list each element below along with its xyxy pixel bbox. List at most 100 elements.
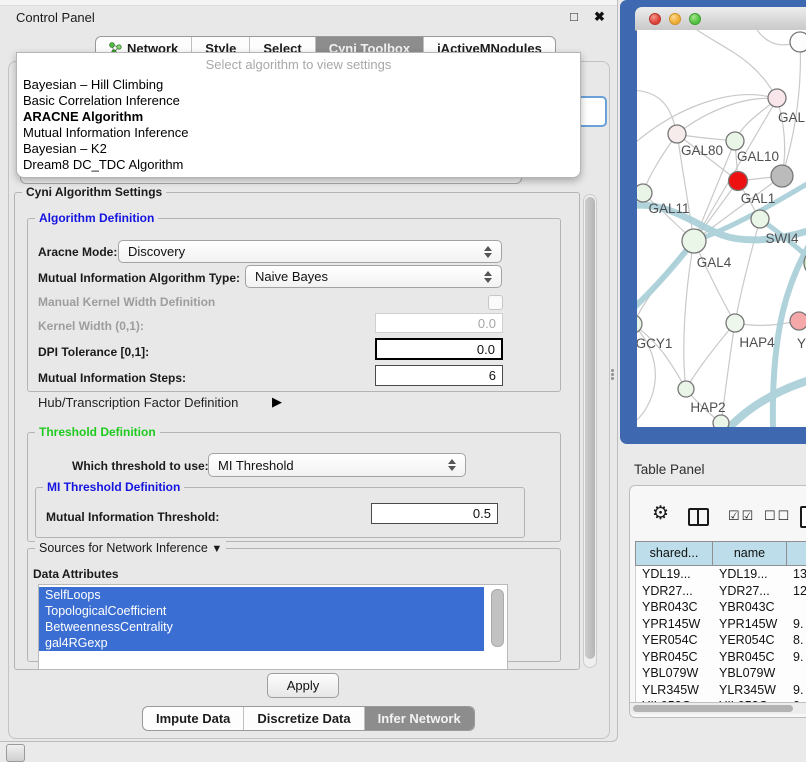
apply-button[interactable]: Apply [267,673,339,698]
node-label: Y [797,336,806,351]
list-item[interactable]: SelfLoops [39,587,484,603]
mi-threshold-field[interactable] [371,503,498,524]
hub-definition-label: Hub/Transcription Factor Definition [38,395,238,410]
mi-steps-label: Mutual Information Steps: [38,371,186,385]
algorithm-option[interactable]: Bayesian – K2 [17,141,580,157]
data-attributes-label: Data Attributes [33,567,119,581]
cell: YDL19... [636,566,713,583]
float-window-icon[interactable]: □ [570,9,578,24]
node-label: GAL10 [737,149,779,164]
which-threshold-label: Which threshold to use: [72,459,209,473]
network-window-titlebar[interactable] [635,7,806,31]
table-row[interactable]: YPR145W YPR145W 9. [636,616,806,633]
kernel-width-field[interactable] [375,313,503,333]
splitpane-handle[interactable] [610,368,615,382]
table-row[interactable]: YBL079W YBL079W [636,665,806,682]
hub-expander-icon[interactable]: ▶ [272,394,282,410]
node-gal10[interactable] [726,132,744,150]
algorithm-option[interactable]: Basic Correlation Inference [17,93,580,109]
node-swi4[interactable] [751,210,769,228]
node-label: SWI4 [765,231,798,246]
algorithm-option[interactable]: Mutual Information Inference [17,125,580,141]
mi-steps-field[interactable] [375,365,503,386]
node-gal-pink[interactable] [768,89,786,107]
cell: 12 [787,583,806,600]
sources-title: Sources for Network Inference ▼ [35,541,226,555]
mi-algorithm-type-label: Mutual Information Algorithm Type: [38,271,240,285]
list-item[interactable]: BetweennessCentrality [39,619,484,635]
gear-icon[interactable]: ⚙ [652,504,669,523]
tab-discretize-data-label: Discretize Data [257,711,350,726]
select-all-checkboxes-icon[interactable]: ☑☑ [728,508,755,524]
list-item[interactable]: TopologicalCoefficient [39,603,484,619]
manual-kernel-width-checkbox[interactable] [488,295,503,310]
table-header-row: shared... name [635,541,806,566]
mi-algorithm-type-combobox[interactable]: Naive Bayes [245,265,502,288]
table-row[interactable]: YLR345W YLR345W 9. [636,682,806,699]
which-threshold-value: MI Threshold [218,458,294,473]
control-panel-window: Control Panel □ ✖ Network Style Select C… [0,0,618,742]
table-panel-title: Table Panel [634,462,705,477]
network-view-window: GAL GAL80 GAL10 GAL1 GAL11 SWI4 GAL4 GCY… [620,0,806,444]
which-threshold-combobox[interactable]: MI Threshold [208,453,466,477]
node-label: GAL [778,110,806,125]
settings-scrollbar-thumb[interactable] [585,197,595,659]
node-label: GAL1 [741,191,776,206]
column-header-cut[interactable] [787,542,806,565]
table-horizontal-scrollbar[interactable] [630,702,806,714]
node-gal11[interactable] [637,184,652,202]
cell: YLR345W [713,682,787,699]
list-item[interactable]: gal4RGexp [39,635,484,651]
tab-discretize-data[interactable]: Discretize Data [243,707,363,730]
collapsed-panel-icon[interactable] [6,744,25,762]
tab-impute-data[interactable]: Impute Data [143,707,243,730]
aracne-mode-value: Discovery [128,244,185,259]
table-row[interactable]: YDL19... YDL19... 13 [636,566,806,583]
node[interactable] [713,415,729,427]
settings-scrollbar[interactable] [583,194,597,668]
table-horizontal-scrollbar-thumb[interactable] [633,705,793,712]
table-row[interactable]: YBR043C YBR043C [636,599,806,616]
aracne-mode-combobox[interactable]: Discovery [118,240,502,263]
cell: YPR145W [636,616,713,633]
node-hap4[interactable] [726,314,744,332]
application-screen: Control Panel □ ✖ Network Style Select C… [0,0,806,762]
combo-spinner-icon [480,271,501,283]
minimize-window-icon[interactable] [669,13,681,25]
node-gal80[interactable] [668,125,686,143]
aracne-mode-label: Aracne Mode: [38,245,117,259]
deselect-all-checkboxes-icon[interactable]: ☐☐ [764,508,791,524]
table-row[interactable]: YDR27... YDR27... 12 [636,583,806,600]
table-body[interactable]: YDL19... YDL19... 13 YDR27... YDR27... 1… [635,566,806,704]
mi-threshold-definition-title: MI Threshold Definition [43,480,184,494]
cell [787,665,806,682]
network-canvas[interactable]: GAL GAL80 GAL10 GAL1 GAL11 SWI4 GAL4 GCY… [637,30,806,427]
algorithm-option[interactable]: Dream8 DC_TDC Algorithm [17,157,580,177]
node-hap2[interactable] [678,381,694,397]
table-row[interactable]: YER054C YER054C 8. [636,632,806,649]
close-panel-icon[interactable]: ✖ [594,9,605,25]
data-attributes-list[interactable]: SelfLoops TopologicalCoefficient Between… [38,584,508,670]
node-gal4[interactable] [682,229,706,253]
dpi-tolerance-field[interactable] [375,338,503,360]
tab-infer-network[interactable]: Infer Network [364,707,474,730]
algorithm-option-highlighted[interactable]: ARACNE Algorithm [17,109,580,125]
node-salmon[interactable] [790,312,806,330]
node-gal1-red[interactable] [729,172,748,191]
cell: 13 [787,566,806,583]
node[interactable] [790,32,806,52]
algorithm-option[interactable]: Bayesian – Hill Climbing [17,77,580,93]
cell: YBR045C [713,649,787,666]
sources-expander-icon[interactable]: ▼ [211,543,222,555]
column-header-name[interactable]: name [713,542,787,565]
list-scrollbar-thumb[interactable] [491,589,504,647]
column-layout-icon[interactable] [688,508,709,526]
column-header-shared-name[interactable]: shared... [636,542,713,565]
table-row[interactable]: YBR045C YBR045C 9. [636,649,806,666]
sources-title-text: Sources for Network Inference [39,541,208,555]
close-window-icon[interactable] [649,13,661,25]
zoom-window-icon[interactable] [689,13,701,25]
node-gray[interactable] [771,165,793,187]
cell: YDR27... [636,583,713,600]
document-icon[interactable] [800,506,806,528]
